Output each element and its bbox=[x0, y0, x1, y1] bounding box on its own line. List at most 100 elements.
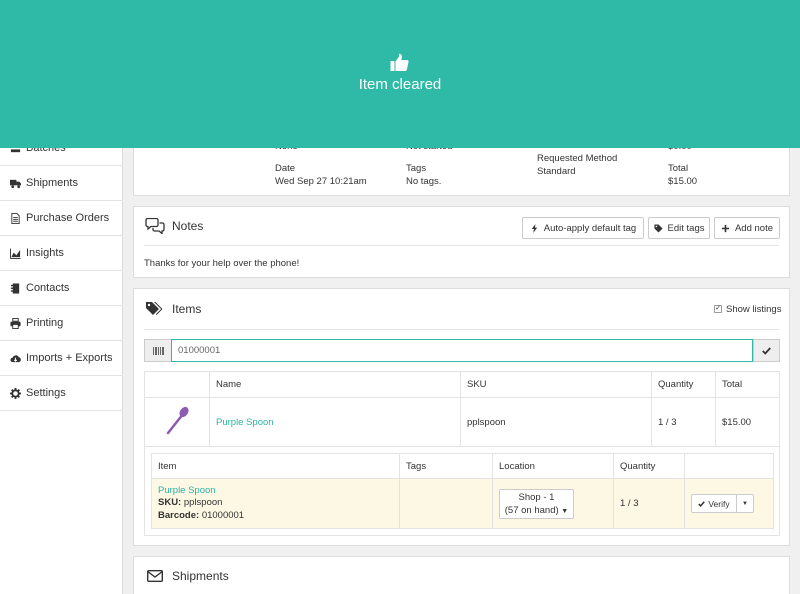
address-book-icon bbox=[10, 282, 20, 294]
location-quantity-cell: 1 / 3 bbox=[613, 478, 685, 529]
sidebar-item-insights[interactable]: Insights bbox=[0, 236, 123, 271]
show-listings-label: Show listings bbox=[726, 304, 782, 315]
chart-icon bbox=[10, 247, 21, 259]
gear-icon bbox=[10, 387, 21, 399]
sidebar-item-label: Shipments bbox=[26, 177, 78, 189]
barcode-search-input[interactable] bbox=[171, 339, 753, 362]
date-label: Date bbox=[275, 163, 296, 174]
barcode-label: Barcode: bbox=[158, 509, 200, 521]
document-icon bbox=[11, 212, 20, 224]
image-header bbox=[144, 371, 210, 398]
table-row: Purple Spoon pplspoon 1 / 3 $15.00 bbox=[144, 397, 780, 447]
sidebar-item-settings[interactable]: Settings bbox=[0, 376, 123, 411]
envelope-icon bbox=[147, 570, 163, 582]
plus-icon bbox=[721, 224, 730, 232]
sidebar-item-label: Imports + Exports bbox=[26, 352, 113, 364]
item-name-link[interactable]: Purple Spoon bbox=[216, 417, 274, 428]
caret-down-icon: ▼ bbox=[561, 507, 569, 515]
column-header: Tags bbox=[399, 453, 493, 479]
sku-value: pplspoon bbox=[183, 497, 223, 509]
caret-down-icon: ▼ bbox=[742, 500, 748, 507]
location-dropdown[interactable]: Shop - 1 (57 on hand) ▼ bbox=[499, 488, 574, 519]
auto-apply-default-tag-button[interactable]: Auto-apply default tag bbox=[522, 217, 644, 239]
item-location-table: Item Tags Location Quantity Purple Spoon… bbox=[151, 453, 774, 529]
location-name: Shop - 1 bbox=[518, 491, 555, 503]
tags-value: No tags. bbox=[406, 176, 442, 187]
column-header: SKU bbox=[460, 371, 652, 398]
requested-method-value: Standard bbox=[537, 166, 576, 177]
submit-barcode-button[interactable] bbox=[753, 339, 780, 362]
sidebar-item-purchase-orders[interactable]: Purchase Orders bbox=[0, 201, 123, 236]
sidebar-item-shipments[interactable]: Shipments bbox=[0, 166, 123, 201]
checkmark-icon bbox=[698, 500, 706, 507]
note-text: Thanks for your help over the phone! bbox=[144, 258, 300, 269]
cloud-icon bbox=[10, 354, 21, 362]
sidebar-item-contacts[interactable]: Contacts bbox=[0, 271, 123, 306]
barcode-line: Barcode: 01000001 bbox=[158, 510, 393, 523]
table-row: Purple Spoon SKU: pplspoon Barcode: 0100… bbox=[151, 478, 774, 529]
auto-apply-label: Auto-apply default tag bbox=[543, 222, 637, 234]
requested-method-label: Requested Method bbox=[537, 153, 618, 164]
thumbs-up-icon bbox=[390, 53, 409, 71]
item-detail-name-link[interactable]: Purple Spoon bbox=[158, 485, 393, 498]
barcode-addon bbox=[144, 339, 171, 362]
sidebar-item-printing[interactable]: Printing bbox=[0, 306, 123, 341]
verify-cell: Verify ▼ bbox=[684, 478, 774, 529]
sidebar-item-label: Insights bbox=[26, 247, 64, 259]
items-title: Items bbox=[172, 302, 202, 316]
shipments-panel: Shipments bbox=[133, 556, 790, 594]
tags-cell bbox=[399, 478, 493, 529]
tag-icon bbox=[653, 223, 663, 233]
tags-icon bbox=[146, 302, 163, 315]
verify-label: Verify bbox=[708, 498, 730, 509]
column-header: Quantity bbox=[613, 453, 685, 479]
tags-label: Tags bbox=[406, 163, 427, 174]
table-header-row: Item Tags Location Quantity bbox=[151, 453, 774, 479]
sku-line: SKU: pplspoon bbox=[158, 497, 393, 510]
column-header: Item bbox=[151, 453, 400, 479]
divider bbox=[144, 329, 779, 330]
purple-spoon-image bbox=[166, 406, 189, 434]
comments-icon bbox=[145, 218, 165, 234]
barcode-icon bbox=[153, 347, 164, 355]
truck-icon bbox=[10, 179, 21, 188]
bolt-icon bbox=[531, 223, 537, 233]
items-panel: Items ✓ Show listings Name SKU Quantity … bbox=[133, 288, 790, 546]
item-image-cell bbox=[144, 397, 210, 447]
add-note-button[interactable]: Add note bbox=[714, 217, 780, 239]
column-header: Location bbox=[492, 453, 614, 479]
banner-message: Item cleared bbox=[358, 76, 442, 93]
divider bbox=[144, 245, 779, 246]
items-table: Name SKU Quantity Total Purple Spoon ppl… bbox=[144, 371, 780, 447]
sidebar-item-label: Purchase Orders bbox=[26, 212, 110, 224]
column-header: Name bbox=[209, 371, 461, 398]
table-header-row: Name SKU Quantity Total bbox=[144, 371, 780, 398]
item-quantity-cell: 1 / 3 bbox=[651, 397, 716, 447]
location-on-hand: (57 on hand) ▼ bbox=[504, 504, 569, 516]
edit-tags-button[interactable]: Edit tags bbox=[648, 217, 710, 239]
verify-dropdown-toggle[interactable]: ▼ bbox=[737, 495, 753, 512]
shipments-title: Shipments bbox=[172, 569, 229, 583]
show-listings-checkbox[interactable]: ✓ bbox=[714, 305, 722, 313]
verify-button[interactable]: Verify bbox=[692, 495, 737, 512]
item-detail-cell: Purple Spoon SKU: pplspoon Barcode: 0100… bbox=[151, 478, 400, 529]
sku-label: SKU: bbox=[158, 497, 182, 509]
notes-panel: Notes Auto-apply default tag Edit tags A… bbox=[133, 206, 790, 278]
item-cleared-banner: Item cleared bbox=[0, 0, 800, 148]
verify-button-group: Verify ▼ bbox=[691, 494, 754, 513]
sidebar-item-label: Printing bbox=[26, 317, 64, 329]
sidebar-item-imports-exports[interactable]: Imports + Exports bbox=[0, 341, 123, 376]
item-detail-container: Item Tags Location Quantity Purple Spoon… bbox=[144, 446, 780, 536]
column-header: Total bbox=[715, 371, 780, 398]
item-total-cell: $15.00 bbox=[715, 397, 780, 447]
printer-icon bbox=[10, 317, 21, 329]
actions-header bbox=[684, 453, 774, 479]
checkmark-icon bbox=[762, 346, 771, 355]
sidebar-item-label: Settings bbox=[26, 387, 66, 399]
edit-tags-label: Edit tags bbox=[667, 222, 705, 234]
add-note-label: Add note bbox=[734, 222, 774, 234]
notes-title: Notes bbox=[172, 219, 204, 233]
barcode-value: 01000001 bbox=[201, 509, 245, 521]
total-label: Total bbox=[668, 163, 689, 174]
item-name-cell[interactable]: Purple Spoon bbox=[209, 397, 461, 447]
